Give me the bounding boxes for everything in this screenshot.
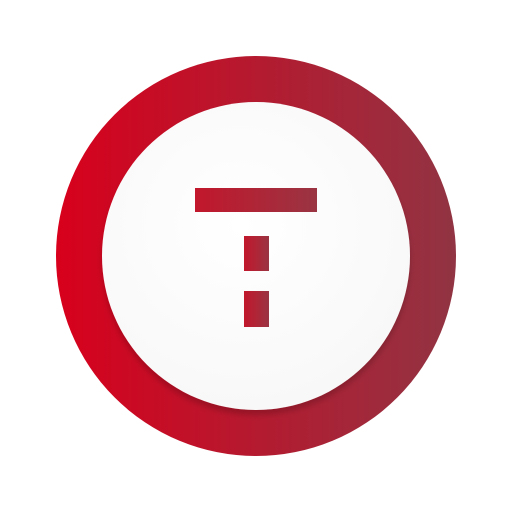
t-stem-lower <box>244 291 269 327</box>
t-logo-icon[interactable] <box>0 0 512 512</box>
t-crossbar <box>195 188 317 212</box>
app-icon-canvas <box>0 0 512 512</box>
t-stem-upper <box>244 236 269 271</box>
